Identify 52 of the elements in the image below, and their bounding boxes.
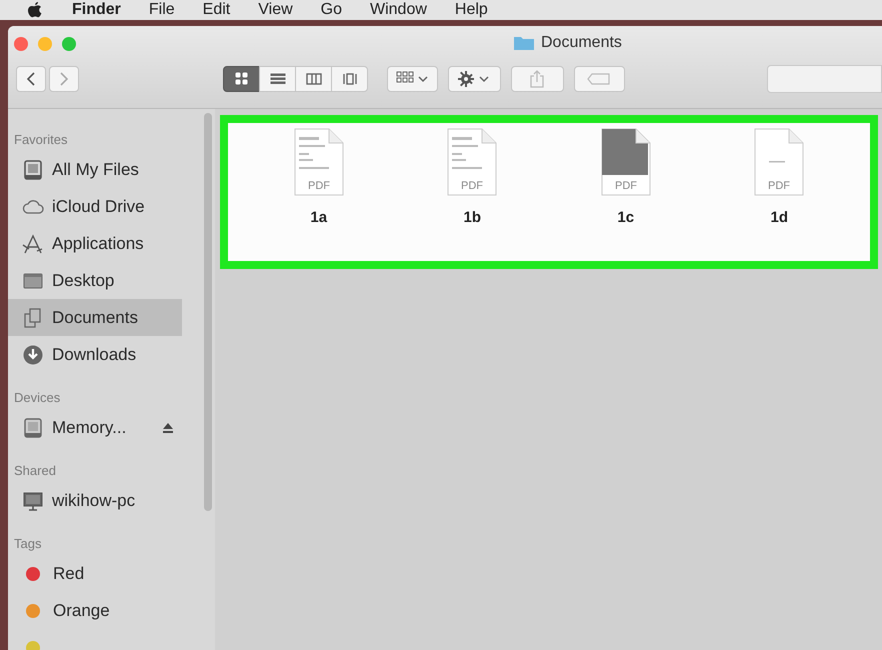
menu-item[interactable]: Window: [370, 1, 427, 19]
chevron-left-icon: [26, 71, 36, 87]
settings-button[interactable]: [448, 66, 501, 92]
app-menu[interactable]: Finder: [72, 1, 121, 19]
list-icon: [270, 71, 286, 87]
sidebar-item[interactable]: Applications: [8, 225, 182, 262]
section-header: Favorites: [13, 131, 68, 149]
cover-flow-button[interactable]: [331, 66, 368, 92]
menu-item[interactable]: Go: [320, 1, 342, 19]
folder-icon: [513, 35, 535, 51]
sidebar-item[interactable]: Desktop: [8, 262, 182, 299]
monitor-icon: [22, 490, 44, 512]
gear-dropdown-icon: [457, 70, 492, 88]
tag-icon: [587, 73, 612, 85]
icon-view-button[interactable]: [223, 66, 260, 92]
scrollbar[interactable]: [204, 113, 212, 511]
tag-item[interactable]: Red: [8, 555, 182, 592]
apple-logo-icon[interactable]: [26, 1, 44, 19]
file-name: 1b: [463, 209, 481, 226]
columns-icon: [306, 71, 322, 87]
applications-icon: [22, 232, 44, 254]
arrange-button[interactable]: [387, 66, 438, 92]
file-name: 1a: [310, 209, 328, 226]
sidebar-item[interactable]: Documents: [8, 299, 182, 336]
chevron-right-icon: [59, 71, 69, 87]
grid-icon: [234, 71, 250, 87]
menu-item[interactable]: Edit: [202, 1, 230, 19]
sidebar-item[interactable]: iCloud Drive: [8, 188, 182, 225]
drive-icon: [22, 416, 44, 438]
download-icon: [22, 344, 44, 366]
menu-item[interactable]: File: [148, 1, 175, 19]
drawer-icon: [22, 158, 44, 180]
file-name: 1d: [770, 209, 788, 226]
sidebar-item[interactable]: Downloads: [8, 336, 182, 373]
eject-icon[interactable]: [162, 422, 174, 432]
tag-item[interactable]: Orange: [8, 592, 182, 629]
column-view-button[interactable]: [295, 66, 332, 92]
file-name: 1c: [617, 209, 634, 226]
section-header: Devices: [13, 389, 62, 407]
gallery-icon: [342, 71, 358, 87]
window-title: Documents: [541, 34, 622, 52]
sidebar-item[interactable]: All My Files: [8, 151, 182, 188]
list-view-button[interactable]: [259, 66, 296, 92]
search-field[interactable]: [766, 65, 882, 93]
menu-item[interactable]: View: [258, 1, 293, 19]
sidebar-item[interactable]: Memory...: [8, 409, 182, 446]
share-icon: [530, 70, 544, 88]
section-header: Shared: [13, 462, 57, 480]
sidebar-item[interactable]: wikihow-pc: [8, 482, 182, 519]
menu-item[interactable]: Help: [454, 1, 488, 19]
section-header: Tags: [13, 535, 42, 553]
back-button[interactable]: [16, 66, 46, 92]
